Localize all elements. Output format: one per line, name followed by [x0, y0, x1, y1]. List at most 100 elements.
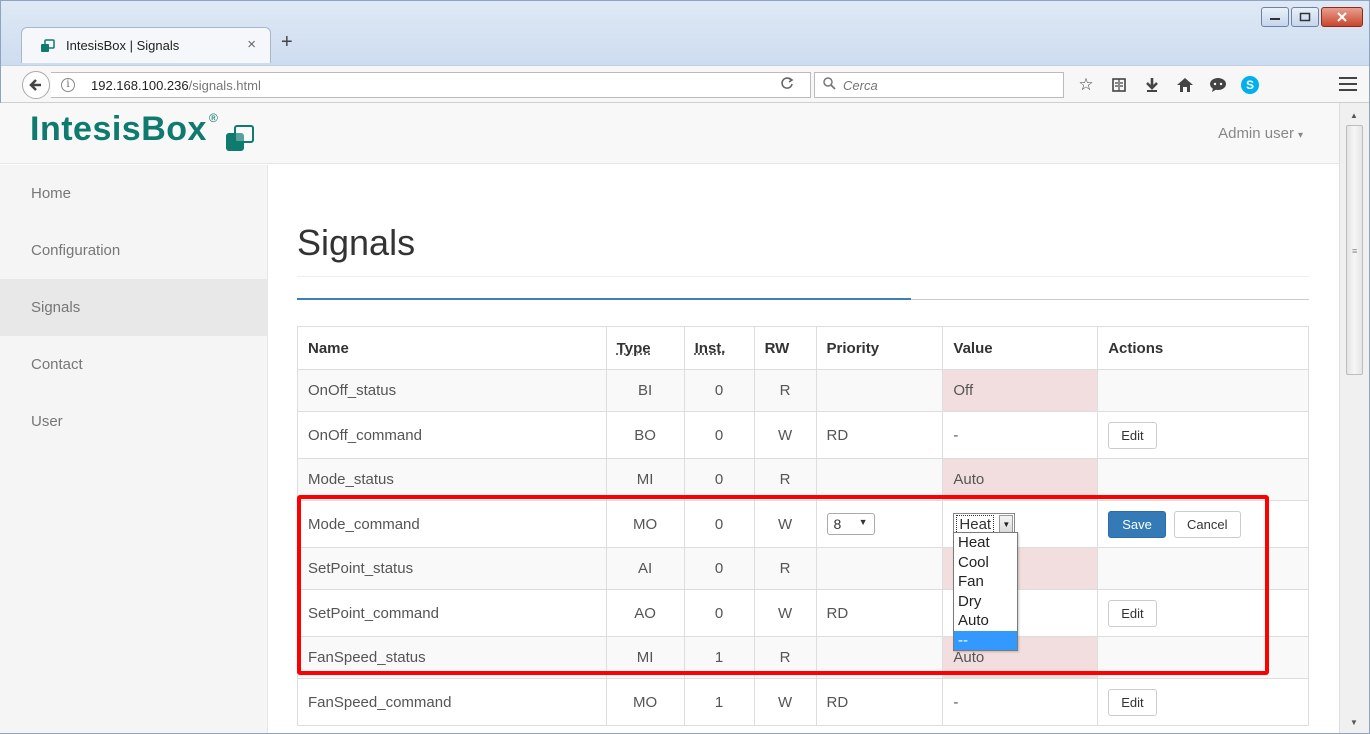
table-row: FanSpeed_command MO 1 W RD - Edit — [297, 678, 1309, 726]
signal-inst: 0 — [683, 369, 755, 412]
signal-inst: 0 — [683, 547, 755, 590]
title-bar: IntesisBox | Signals × + — [1, 1, 1369, 65]
sidebar-item-signals[interactable]: Signals — [0, 279, 267, 336]
signal-rw: R — [753, 458, 817, 501]
back-button[interactable] — [22, 71, 50, 99]
signal-rw: R — [753, 547, 817, 590]
table-row: OnOff_command BO 0 W RD - Edit — [297, 411, 1309, 459]
col-header-inst: Inst. — [683, 326, 755, 370]
reading-list-icon[interactable] — [1109, 74, 1129, 96]
dropdown-option-heat[interactable]: Heat — [954, 533, 1017, 553]
bookmark-star-icon[interactable]: ☆ — [1076, 74, 1096, 96]
sidebar-item-configuration[interactable]: Configuration — [0, 222, 267, 279]
section-divider-accent — [297, 298, 911, 300]
signal-type: MO — [605, 500, 685, 548]
table-row: FanSpeed_status MI 1 R Auto — [297, 636, 1309, 679]
signal-type: AI — [605, 547, 685, 590]
minimize-button[interactable] — [1261, 7, 1289, 27]
scroll-up-icon[interactable]: ▲ — [1350, 111, 1358, 120]
signal-name: OnOff_command — [297, 411, 607, 459]
signal-inst: 1 — [683, 636, 755, 679]
navigation-bar: i 192.168.100.236/signals.html ☆ — [1, 65, 1369, 103]
signal-actions: Edit — [1097, 589, 1309, 637]
signal-priority: RD — [815, 411, 944, 459]
dropdown-option-cool[interactable]: Cool — [954, 553, 1017, 573]
signal-inst: 0 — [683, 589, 755, 637]
signal-value: Auto — [942, 458, 1099, 501]
scrollbar-thumb[interactable]: ≡ — [1346, 125, 1363, 375]
site-info-icon[interactable]: i — [61, 78, 75, 92]
toolbar-icons: ☆ S — [1076, 74, 1259, 96]
signal-name: OnOff_status — [297, 369, 607, 412]
table-row: Mode_status MI 0 R Auto — [297, 458, 1309, 501]
signal-rw: W — [753, 500, 817, 548]
dropdown-arrow-icon[interactable]: ▼ — [999, 515, 1014, 533]
registered-mark: ® — [208, 111, 218, 125]
signal-rw: R — [753, 369, 817, 412]
tab-close-icon[interactable]: × — [247, 36, 256, 53]
priority-select-value: 8 — [833, 516, 842, 532]
maximize-icon — [1299, 12, 1311, 22]
menu-icon[interactable] — [1339, 75, 1357, 93]
signal-value: - — [942, 678, 1099, 726]
signal-type: MI — [605, 636, 685, 679]
user-menu-label: Admin user — [1218, 125, 1294, 142]
signal-type: AO — [605, 589, 685, 637]
close-window-button[interactable] — [1321, 7, 1363, 27]
table-row-editing: Mode_command MO 0 W 8 ▼ Heat ▼ Save Cancel — [297, 500, 1309, 548]
signal-type: BO — [605, 411, 685, 459]
reload-glyph — [781, 77, 794, 89]
dropdown-option-dry[interactable]: Dry — [954, 592, 1017, 612]
edit-button[interactable]: Edit — [1108, 421, 1157, 449]
sidebar-item-user[interactable]: User — [0, 393, 267, 450]
signals-table: Name Type Inst. RW Priority Value Action… — [297, 326, 1309, 726]
signal-value: Off — [942, 369, 1099, 412]
signal-rw: R — [753, 636, 817, 679]
window-controls — [1261, 7, 1363, 27]
vertical-scrollbar[interactable]: ▲ ≡ ▼ — [1339, 103, 1368, 733]
download-glyph — [1146, 78, 1158, 92]
signal-priority — [815, 636, 944, 679]
signal-actions: Edit — [1097, 411, 1309, 459]
address-bar[interactable]: i 192.168.100.236/signals.html — [51, 72, 811, 98]
brand-logo[interactable]: IntesisBox ® — [30, 109, 260, 155]
home-icon[interactable] — [1175, 74, 1195, 96]
dropdown-option-fan[interactable]: Fan — [954, 572, 1017, 592]
value-select-current: Heat — [956, 514, 995, 534]
dropdown-option-auto[interactable]: Auto — [954, 611, 1017, 631]
signal-rw: W — [753, 411, 817, 459]
browser-tab[interactable]: IntesisBox | Signals × — [21, 27, 271, 63]
signal-rw: W — [753, 589, 817, 637]
sidebar-item-home[interactable]: Home — [0, 165, 267, 222]
priority-select[interactable]: 8 ▼ — [826, 513, 875, 535]
new-tab-icon[interactable]: + — [281, 32, 293, 52]
signal-actions: Edit — [1097, 678, 1309, 726]
sidebar-item-contact[interactable]: Contact — [0, 336, 267, 393]
cancel-button[interactable]: Cancel — [1174, 510, 1241, 538]
search-input[interactable] — [843, 76, 1053, 94]
edit-button[interactable]: Edit — [1108, 599, 1157, 627]
download-icon[interactable] — [1142, 74, 1162, 96]
signal-name: SetPoint_status — [297, 547, 607, 590]
reload-icon[interactable] — [780, 76, 794, 94]
maximize-button[interactable] — [1291, 7, 1319, 27]
signal-name: Mode_status — [297, 458, 607, 501]
section-divider — [297, 298, 1309, 300]
signal-priority: RD — [815, 678, 944, 726]
search-icon — [823, 77, 836, 93]
signal-actions: Save Cancel — [1097, 500, 1309, 548]
brand-name: IntesisBox — [30, 110, 207, 148]
grip-icon: ≡ — [1352, 246, 1358, 256]
dropdown-option-none[interactable]: -- — [954, 630, 1017, 650]
scroll-down-icon[interactable]: ▼ — [1350, 718, 1358, 727]
sidebar: Home Configuration Signals Contact User — [0, 165, 268, 733]
signal-name: FanSpeed_status — [297, 636, 607, 679]
skype-icon[interactable]: S — [1241, 76, 1259, 94]
app-header: IntesisBox ® Admin user ▾ — [0, 103, 1339, 164]
user-menu[interactable]: Admin user ▾ — [1218, 125, 1303, 142]
save-button[interactable]: Save — [1108, 510, 1166, 538]
signal-value: - — [942, 411, 1099, 459]
chat-icon[interactable] — [1208, 74, 1228, 96]
edit-button[interactable]: Edit — [1108, 688, 1157, 716]
signal-type: BI — [605, 369, 685, 412]
